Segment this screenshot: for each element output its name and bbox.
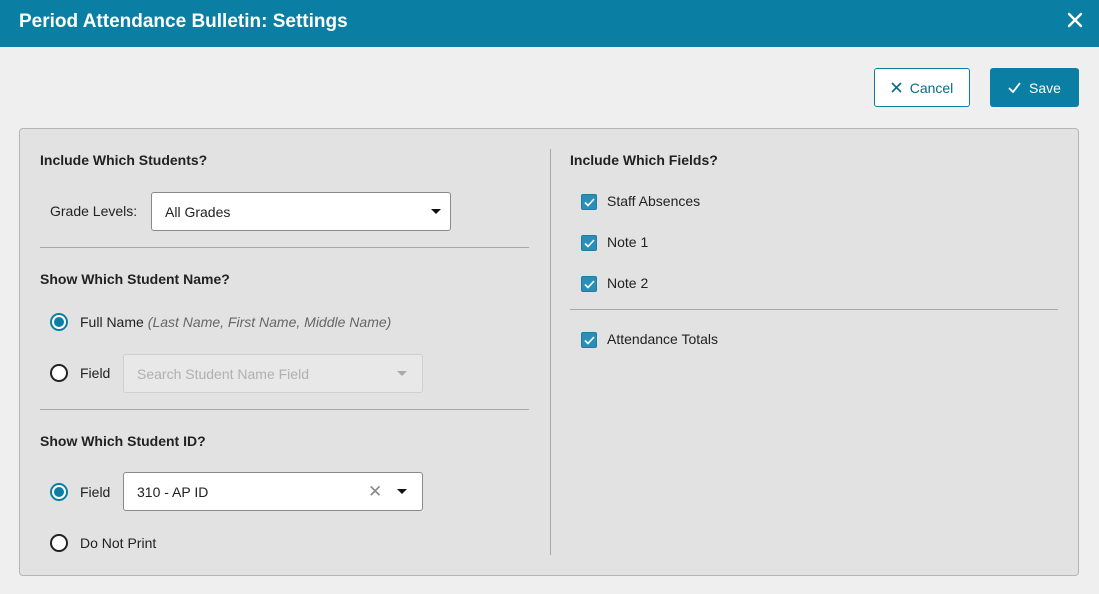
note-2-checkbox[interactable] bbox=[581, 276, 597, 292]
name-field-radio[interactable] bbox=[50, 364, 68, 382]
section-divider bbox=[40, 409, 529, 410]
do-not-print-radio[interactable] bbox=[50, 534, 68, 552]
close-icon[interactable] bbox=[1064, 9, 1086, 31]
id-field-radio[interactable] bbox=[50, 483, 68, 501]
name-field-label: Field bbox=[80, 365, 111, 381]
grade-levels-value: All Grades bbox=[165, 203, 231, 220]
x-icon bbox=[891, 82, 902, 93]
checkmark-icon bbox=[583, 238, 595, 248]
staff-absences-checkbox[interactable] bbox=[581, 194, 597, 210]
checkmark-icon bbox=[1008, 82, 1021, 93]
window-title: Period Attendance Bulletin: Settings bbox=[19, 11, 348, 32]
settings-panel: Include Which Students? Grade Levels: Al… bbox=[19, 128, 1079, 576]
cancel-button[interactable]: Cancel bbox=[874, 68, 970, 107]
staff-absences-label: Staff Absences bbox=[607, 193, 701, 209]
save-label: Save bbox=[1029, 79, 1061, 96]
save-button[interactable]: Save bbox=[990, 68, 1079, 107]
student-id-heading: Show Which Student ID? bbox=[40, 433, 206, 449]
chevron-down-icon bbox=[397, 489, 407, 494]
section-divider bbox=[40, 247, 529, 248]
grade-levels-select[interactable]: All Grades bbox=[151, 192, 451, 231]
name-heading: Show Which Student Name? bbox=[40, 271, 230, 287]
attendance-totals-checkbox[interactable] bbox=[581, 332, 597, 348]
note-1-label: Note 1 bbox=[607, 234, 649, 250]
student-name-field-select: Search Student Name Field bbox=[123, 354, 423, 393]
chevron-down-icon bbox=[431, 209, 441, 214]
id-field-label: Field bbox=[80, 484, 111, 500]
chevron-down-icon bbox=[397, 371, 407, 376]
checkmark-icon bbox=[583, 335, 595, 345]
note-2-label: Note 2 bbox=[607, 275, 649, 291]
checkmark-icon bbox=[583, 279, 595, 289]
full-name-text: Full Name bbox=[80, 314, 144, 330]
students-heading: Include Which Students? bbox=[40, 152, 208, 168]
fields-heading: Include Which Fields? bbox=[570, 152, 718, 168]
full-name-radio[interactable] bbox=[50, 313, 68, 331]
checkmark-icon bbox=[583, 197, 595, 207]
title-bar: Period Attendance Bulletin: Settings bbox=[0, 0, 1099, 47]
grade-levels-label: Grade Levels: bbox=[50, 203, 138, 219]
attendance-totals-label: Attendance Totals bbox=[607, 331, 719, 347]
do-not-print-label: Do Not Print bbox=[80, 535, 157, 551]
student-id-field-select[interactable]: 310 - AP ID ✕ bbox=[123, 472, 423, 511]
full-name-label: Full Name (Last Name, First Name, Middle … bbox=[80, 314, 391, 330]
note-1-checkbox[interactable] bbox=[581, 235, 597, 251]
student-id-field-value: 310 - AP ID bbox=[137, 483, 209, 500]
column-divider bbox=[550, 149, 551, 555]
clear-icon[interactable]: ✕ bbox=[368, 483, 382, 500]
full-name-hint: (Last Name, First Name, Middle Name) bbox=[147, 314, 392, 330]
section-divider bbox=[570, 309, 1058, 310]
cancel-label: Cancel bbox=[909, 79, 954, 96]
student-name-field-placeholder: Search Student Name Field bbox=[137, 365, 309, 382]
